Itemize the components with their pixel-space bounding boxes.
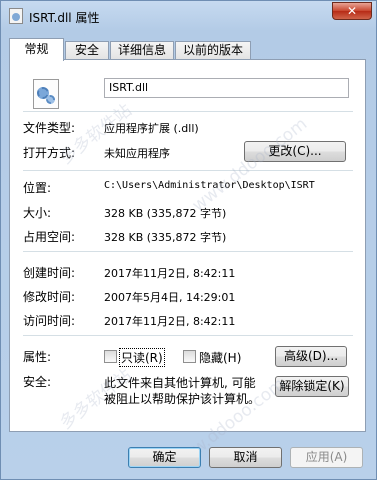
size-value: 328 KB (335,872 字节): [104, 207, 227, 220]
separator: [23, 251, 353, 252]
readonly-checkbox[interactable]: [104, 350, 117, 363]
type-value: 应用程序扩展 (.dll): [104, 122, 199, 135]
properties-window: ISRT.dll 属性 ✕ 常规 安全 详细信息 以前的版本 ISRT.dll …: [0, 0, 377, 480]
cancel-button[interactable]: 取消: [209, 447, 282, 468]
general-panel: ISRT.dll 文件类型: 应用程序扩展 (.dll) 打开方式: 未知应用程…: [9, 59, 366, 476]
title-bar: ISRT.dll 属性 ✕: [1, 1, 377, 31]
dll-file-icon: [9, 8, 23, 24]
readonly-label[interactable]: 只读(R): [119, 348, 165, 367]
opens-with-label: 打开方式:: [23, 146, 76, 160]
security-text-line-1: 此文件来自其他计算机, 可能: [104, 376, 256, 390]
location-label: 位置:: [23, 181, 52, 195]
separator: [23, 111, 353, 112]
tab-general[interactable]: 常规: [9, 38, 64, 61]
advanced-button[interactable]: 高级(D)...: [275, 346, 347, 367]
dll-gear-icon: [33, 79, 59, 109]
tab-previous-versions[interactable]: 以前的版本: [175, 41, 251, 60]
separator: [23, 170, 353, 171]
created-label: 创建时间:: [23, 266, 76, 280]
apply-button[interactable]: 应用(A): [290, 447, 363, 468]
type-label: 文件类型:: [23, 121, 76, 135]
size-on-disk-label: 占用空间:: [23, 230, 76, 244]
tab-details[interactable]: 详细信息: [110, 41, 174, 60]
unblock-button[interactable]: 解除锁定(K): [275, 376, 349, 397]
attributes-label: 属性:: [23, 350, 52, 364]
modified-value: 2007年5月4日, 14:29:01: [104, 291, 236, 304]
created-value: 2017年11月2日, 8:42:11: [104, 267, 236, 280]
opens-with-value: 未知应用程序: [104, 147, 170, 160]
separator: [23, 335, 353, 336]
window-title: ISRT.dll 属性: [29, 11, 100, 25]
size-label: 大小:: [23, 206, 52, 220]
modified-label: 修改时间:: [23, 290, 76, 304]
security-label: 安全:: [23, 375, 52, 389]
accessed-value: 2017年11月2日, 8:42:11: [104, 315, 236, 328]
ok-button[interactable]: 确定: [128, 447, 201, 468]
size-on-disk-value: 328 KB (335,872 字节): [104, 231, 227, 244]
close-button[interactable]: ✕: [332, 2, 372, 20]
location-value: C:\Users\Administrator\Desktop\ISRT: [104, 180, 315, 191]
hidden-checkbox[interactable]: [183, 350, 196, 363]
file-name-field[interactable]: ISRT.dll: [104, 78, 349, 98]
change-button[interactable]: 更改(C)...: [244, 141, 346, 162]
security-text-line-2: 被阻止以帮助保护该计算机。: [104, 392, 261, 406]
accessed-label: 访问时间:: [23, 314, 76, 328]
watermark-url: www.ddooo.com: [188, 114, 312, 216]
hidden-label[interactable]: 隐藏(H): [199, 349, 241, 366]
tab-security[interactable]: 安全: [65, 41, 109, 60]
